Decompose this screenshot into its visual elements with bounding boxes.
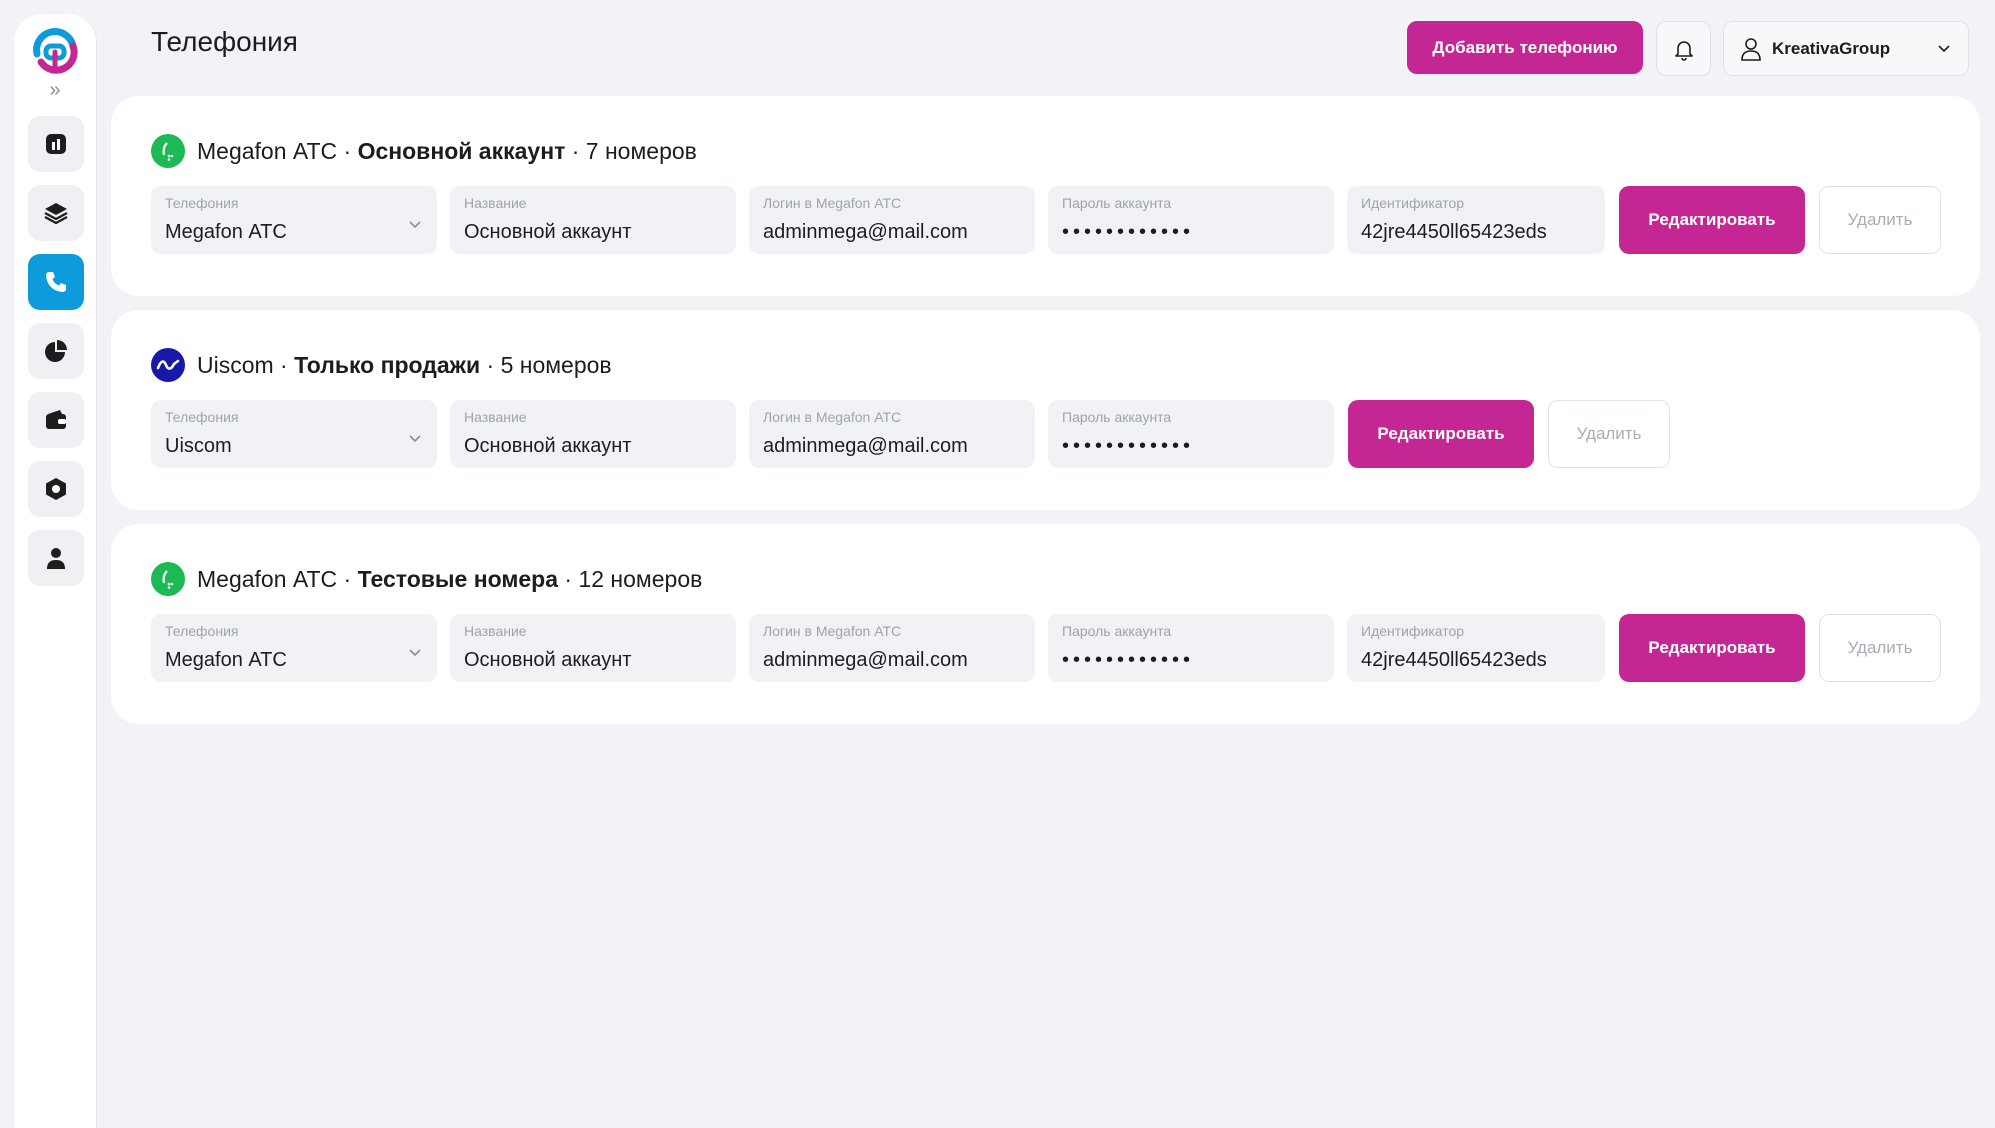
name-field[interactable]: Название Основной аккаунт: [450, 614, 736, 682]
edit-button[interactable]: Редактировать: [1619, 614, 1805, 682]
pie-chart-icon: [45, 340, 67, 362]
sidebar-item-profile[interactable]: [28, 530, 84, 586]
page-title: Телефония: [151, 26, 298, 57]
sidebar-item-analytics[interactable]: [28, 323, 84, 379]
password-field[interactable]: Пароль аккаунта ••••••••••••: [1048, 186, 1334, 254]
sidebar-expand-icon[interactable]: »: [14, 76, 96, 104]
identifier-field[interactable]: Идентификатор 42jre4450ll65423eds: [1347, 614, 1605, 682]
wallet-icon: [46, 410, 66, 429]
megafon-logo-icon: [151, 562, 185, 596]
login-field[interactable]: Логин в Megafon АТС adminmega@mail.com: [749, 400, 1035, 468]
edit-button[interactable]: Редактировать: [1348, 400, 1534, 468]
telephony-select[interactable]: Телефония Megafon АТС: [151, 614, 437, 682]
identifier-field[interactable]: Идентификатор 42jre4450ll65423eds: [1347, 186, 1605, 254]
card-title: Megafon АТС · Тестовые номера · 12 номер…: [197, 565, 703, 592]
delete-button[interactable]: Удалить: [1819, 614, 1941, 682]
chevron-down-icon: [409, 221, 421, 229]
sidebar-item-layers[interactable]: [28, 185, 84, 241]
card-title: Uiscom · Только продажи · 5 номеров: [197, 351, 612, 378]
card-title: Megafon АТС · Основной аккаунт · 7 номер…: [197, 137, 697, 164]
chevron-down-icon: [409, 435, 421, 443]
app-logo[interactable]: [27, 22, 83, 78]
user-outline-icon: [1741, 37, 1761, 61]
account-name: KreativaGroup: [1772, 38, 1891, 58]
login-field[interactable]: Логин в Megafon АТС adminmega@mail.com: [749, 186, 1035, 254]
dashboard-icon: [46, 134, 66, 154]
sidebar-item-dashboard[interactable]: [28, 116, 84, 172]
uiscom-logo-icon: [151, 348, 185, 382]
name-field[interactable]: Название Основной аккаунт: [450, 186, 736, 254]
phone-icon: [46, 272, 66, 292]
sidebar: »: [14, 14, 97, 1128]
notifications-button[interactable]: [1656, 21, 1711, 76]
password-field[interactable]: Пароль аккаунта ••••••••••••: [1048, 400, 1334, 468]
chevron-down-icon: [1938, 45, 1950, 53]
telephony-card: Megafon АТС · Тестовые номера · 12 номер…: [111, 524, 1980, 724]
sidebar-item-wallet[interactable]: [28, 392, 84, 448]
megafon-logo-icon: [151, 134, 185, 168]
delete-button[interactable]: Удалить: [1548, 400, 1670, 468]
login-field[interactable]: Логин в Megafon АТС adminmega@mail.com: [749, 614, 1035, 682]
layers-icon: [44, 203, 68, 225]
sidebar-item-settings[interactable]: [28, 461, 84, 517]
telephony-card: Megafon АТС · Основной аккаунт · 7 номер…: [111, 96, 1980, 296]
hexagon-settings-icon: [46, 478, 66, 500]
name-field[interactable]: Название Основной аккаунт: [450, 400, 736, 468]
delete-button[interactable]: Удалить: [1819, 186, 1941, 254]
bell-icon: [1674, 40, 1693, 61]
telephony-select[interactable]: Телефония Uiscom: [151, 400, 437, 468]
account-menu[interactable]: KreativaGroup: [1723, 21, 1969, 76]
sidebar-item-telephony[interactable]: [28, 254, 84, 310]
password-field[interactable]: Пароль аккаунта ••••••••••••: [1048, 614, 1334, 682]
telephony-select[interactable]: Телефония Megafon АТС: [151, 186, 437, 254]
chevron-down-icon: [409, 649, 421, 657]
add-telephony-button[interactable]: Добавить телефонию: [1407, 21, 1643, 74]
user-icon: [47, 548, 65, 569]
telephony-card: Uiscom · Только продажи · 5 номеров Теле…: [111, 310, 1980, 510]
edit-button[interactable]: Редактировать: [1619, 186, 1805, 254]
